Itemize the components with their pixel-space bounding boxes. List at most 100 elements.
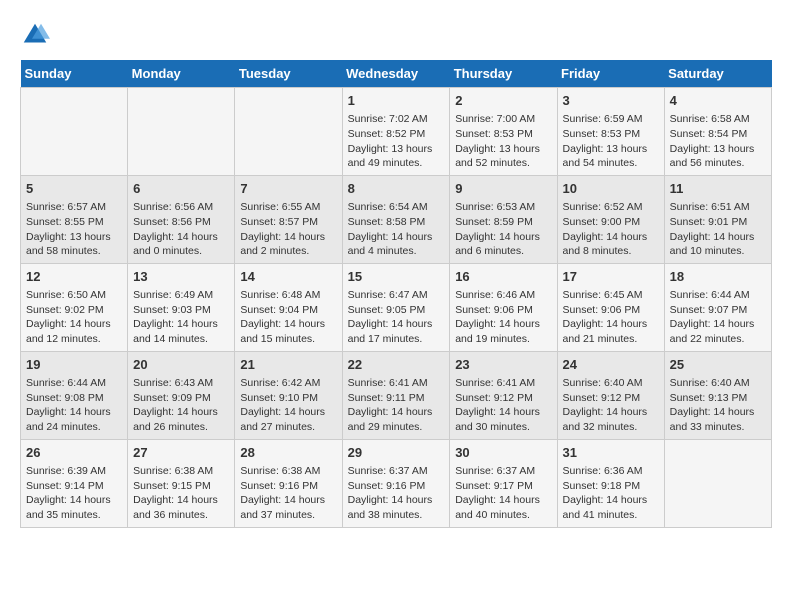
- day-header-saturday: Saturday: [664, 60, 771, 88]
- day-info: Sunrise: 6:41 AM Sunset: 9:12 PM Dayligh…: [455, 376, 551, 435]
- day-cell: 22Sunrise: 6:41 AM Sunset: 9:11 PM Dayli…: [342, 351, 450, 439]
- day-info: Sunrise: 6:51 AM Sunset: 9:01 PM Dayligh…: [670, 200, 766, 259]
- day-info: Sunrise: 6:46 AM Sunset: 9:06 PM Dayligh…: [455, 288, 551, 347]
- day-cell: 27 Sunrise: 6:38 AM Sunset: 9:15 PM Dayli…: [128, 439, 235, 527]
- day-info: Sunrise: 6:37 AM Sunset: 9:16 PM Dayligh…: [348, 464, 445, 523]
- day-cell: 26 Sunrise: 6:39 AM Sunset: 9:14 PM Dayli…: [21, 439, 128, 527]
- day-info: Sunrise: 6:55 AM Sunset: 8:57 PM Dayligh…: [240, 200, 336, 259]
- day-header-monday: Monday: [128, 60, 235, 88]
- day-number: 27: [133, 444, 229, 462]
- day-cell: 15 Sunrise: 6:47 AM Sunset: 9:05 PM Dayli…: [342, 263, 450, 351]
- day-cell: [664, 439, 771, 527]
- day-number: 8: [348, 180, 445, 198]
- day-number: 15: [348, 268, 445, 286]
- day-number: 17: [563, 268, 659, 286]
- day-number: 2: [455, 92, 551, 110]
- day-cell: 11Sunrise: 6:51 AM Sunset: 9:01 PM Dayli…: [664, 175, 771, 263]
- day-cell: 4 Sunrise: 6:58 AM Sunset: 8:54 PM Daylig…: [664, 88, 771, 176]
- day-number: 21: [240, 356, 336, 374]
- day-info: Sunrise: 6:50 AM Sunset: 9:02 PM Dayligh…: [26, 288, 122, 347]
- day-header-sunday: Sunday: [21, 60, 128, 88]
- day-cell: 7 Sunrise: 6:55 AM Sunset: 8:57 PM Daylig…: [235, 175, 342, 263]
- day-info: Sunrise: 6:57 AM Sunset: 8:55 PM Dayligh…: [26, 200, 122, 259]
- day-number: 28: [240, 444, 336, 462]
- day-cell: 10 Sunrise: 6:52 AM Sunset: 9:00 PM Dayli…: [557, 175, 664, 263]
- calendar-table: SundayMondayTuesdayWednesdayThursdayFrid…: [20, 60, 772, 528]
- week-row-4: 19 Sunrise: 6:44 AM Sunset: 9:08 PM Dayli…: [21, 351, 772, 439]
- day-cell: 21 Sunrise: 6:42 AM Sunset: 9:10 PM Dayli…: [235, 351, 342, 439]
- page-header: [20, 20, 772, 50]
- day-cell: 2 Sunrise: 7:00 AM Sunset: 8:53 PM Daylig…: [450, 88, 557, 176]
- day-number: 1: [348, 92, 445, 110]
- day-info: Sunrise: 6:37 AM Sunset: 9:17 PM Dayligh…: [455, 464, 551, 523]
- week-row-5: 26 Sunrise: 6:39 AM Sunset: 9:14 PM Dayli…: [21, 439, 772, 527]
- day-cell: [21, 88, 128, 176]
- day-info: Sunrise: 6:41 AM Sunset: 9:11 PM Dayligh…: [348, 376, 445, 435]
- day-number: 13: [133, 268, 229, 286]
- day-cell: 18 Sunrise: 6:44 AM Sunset: 9:07 PM Dayli…: [664, 263, 771, 351]
- day-number: 31: [563, 444, 659, 462]
- week-row-2: 5 Sunrise: 6:57 AM Sunset: 8:55 PM Daylig…: [21, 175, 772, 263]
- header-row: SundayMondayTuesdayWednesdayThursdayFrid…: [21, 60, 772, 88]
- day-cell: [235, 88, 342, 176]
- day-cell: 23Sunrise: 6:41 AM Sunset: 9:12 PM Dayli…: [450, 351, 557, 439]
- day-number: 4: [670, 92, 766, 110]
- day-info: Sunrise: 6:36 AM Sunset: 9:18 PM Dayligh…: [563, 464, 659, 523]
- day-info: Sunrise: 6:58 AM Sunset: 8:54 PM Dayligh…: [670, 112, 766, 171]
- day-info: Sunrise: 6:38 AM Sunset: 9:16 PM Dayligh…: [240, 464, 336, 523]
- day-cell: 13 Sunrise: 6:49 AM Sunset: 9:03 PM Dayli…: [128, 263, 235, 351]
- day-info: Sunrise: 6:44 AM Sunset: 9:07 PM Dayligh…: [670, 288, 766, 347]
- day-header-thursday: Thursday: [450, 60, 557, 88]
- day-number: 30: [455, 444, 551, 462]
- day-info: Sunrise: 6:38 AM Sunset: 9:15 PM Dayligh…: [133, 464, 229, 523]
- day-number: 7: [240, 180, 336, 198]
- day-number: 26: [26, 444, 122, 462]
- day-cell: 14Sunrise: 6:48 AM Sunset: 9:04 PM Dayli…: [235, 263, 342, 351]
- day-info: Sunrise: 6:39 AM Sunset: 9:14 PM Dayligh…: [26, 464, 122, 523]
- day-info: Sunrise: 6:48 AM Sunset: 9:04 PM Dayligh…: [240, 288, 336, 347]
- day-cell: 25 Sunrise: 6:40 AM Sunset: 9:13 PM Dayli…: [664, 351, 771, 439]
- day-number: 29: [348, 444, 445, 462]
- day-info: Sunrise: 6:49 AM Sunset: 9:03 PM Dayligh…: [133, 288, 229, 347]
- day-info: Sunrise: 6:40 AM Sunset: 9:13 PM Dayligh…: [670, 376, 766, 435]
- day-info: Sunrise: 6:44 AM Sunset: 9:08 PM Dayligh…: [26, 376, 122, 435]
- day-number: 3: [563, 92, 659, 110]
- day-cell: 31 Sunrise: 6:36 AM Sunset: 9:18 PM Dayli…: [557, 439, 664, 527]
- day-cell: 20Sunrise: 6:43 AM Sunset: 9:09 PM Dayli…: [128, 351, 235, 439]
- day-number: 12: [26, 268, 122, 286]
- day-cell: 6Sunrise: 6:56 AM Sunset: 8:56 PM Daylig…: [128, 175, 235, 263]
- day-number: 24: [563, 356, 659, 374]
- day-number: 18: [670, 268, 766, 286]
- day-cell: 17Sunrise: 6:45 AM Sunset: 9:06 PM Dayli…: [557, 263, 664, 351]
- week-row-1: 1 Sunrise: 7:02 AM Sunset: 8:52 PM Daylig…: [21, 88, 772, 176]
- logo: [20, 20, 54, 50]
- day-header-friday: Friday: [557, 60, 664, 88]
- day-number: 19: [26, 356, 122, 374]
- day-info: Sunrise: 6:47 AM Sunset: 9:05 PM Dayligh…: [348, 288, 445, 347]
- day-info: Sunrise: 6:54 AM Sunset: 8:58 PM Dayligh…: [348, 200, 445, 259]
- week-row-3: 12 Sunrise: 6:50 AM Sunset: 9:02 PM Dayli…: [21, 263, 772, 351]
- day-cell: 3 Sunrise: 6:59 AM Sunset: 8:53 PM Daylig…: [557, 88, 664, 176]
- day-number: 10: [563, 180, 659, 198]
- day-cell: 1 Sunrise: 7:02 AM Sunset: 8:52 PM Daylig…: [342, 88, 450, 176]
- day-header-tuesday: Tuesday: [235, 60, 342, 88]
- day-cell: 5 Sunrise: 6:57 AM Sunset: 8:55 PM Daylig…: [21, 175, 128, 263]
- day-number: 16: [455, 268, 551, 286]
- day-info: Sunrise: 6:52 AM Sunset: 9:00 PM Dayligh…: [563, 200, 659, 259]
- day-info: Sunrise: 6:40 AM Sunset: 9:12 PM Dayligh…: [563, 376, 659, 435]
- day-info: Sunrise: 6:59 AM Sunset: 8:53 PM Dayligh…: [563, 112, 659, 171]
- day-cell: 16 Sunrise: 6:46 AM Sunset: 9:06 PM Dayli…: [450, 263, 557, 351]
- day-number: 5: [26, 180, 122, 198]
- logo-icon: [20, 20, 50, 50]
- day-info: Sunrise: 6:56 AM Sunset: 8:56 PM Dayligh…: [133, 200, 229, 259]
- day-info: Sunrise: 6:43 AM Sunset: 9:09 PM Dayligh…: [133, 376, 229, 435]
- day-number: 25: [670, 356, 766, 374]
- day-info: Sunrise: 7:02 AM Sunset: 8:52 PM Dayligh…: [348, 112, 445, 171]
- day-cell: 30 Sunrise: 6:37 AM Sunset: 9:17 PM Dayli…: [450, 439, 557, 527]
- day-info: Sunrise: 7:00 AM Sunset: 8:53 PM Dayligh…: [455, 112, 551, 171]
- day-cell: [128, 88, 235, 176]
- day-info: Sunrise: 6:42 AM Sunset: 9:10 PM Dayligh…: [240, 376, 336, 435]
- day-header-wednesday: Wednesday: [342, 60, 450, 88]
- day-cell: 29 Sunrise: 6:37 AM Sunset: 9:16 PM Dayli…: [342, 439, 450, 527]
- day-cell: 28 Sunrise: 6:38 AM Sunset: 9:16 PM Dayli…: [235, 439, 342, 527]
